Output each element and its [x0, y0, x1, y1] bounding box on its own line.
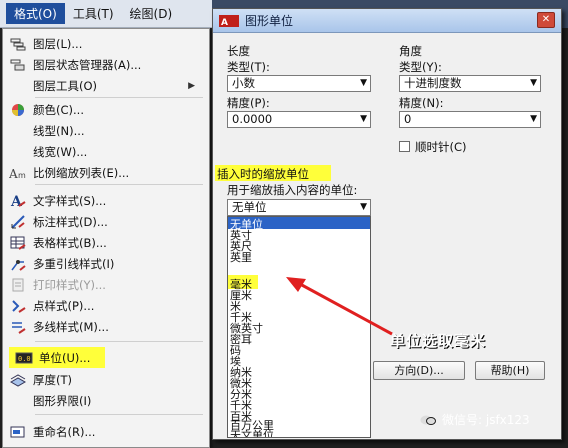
- annotation-callout: 单位选取毫米: [390, 332, 487, 350]
- watermark-text: 微信号: jsfx123: [442, 413, 530, 427]
- annotation-arrow: [286, 277, 393, 336]
- wechat-icon: [420, 414, 436, 426]
- watermark: 微信号: jsfx123: [420, 411, 530, 428]
